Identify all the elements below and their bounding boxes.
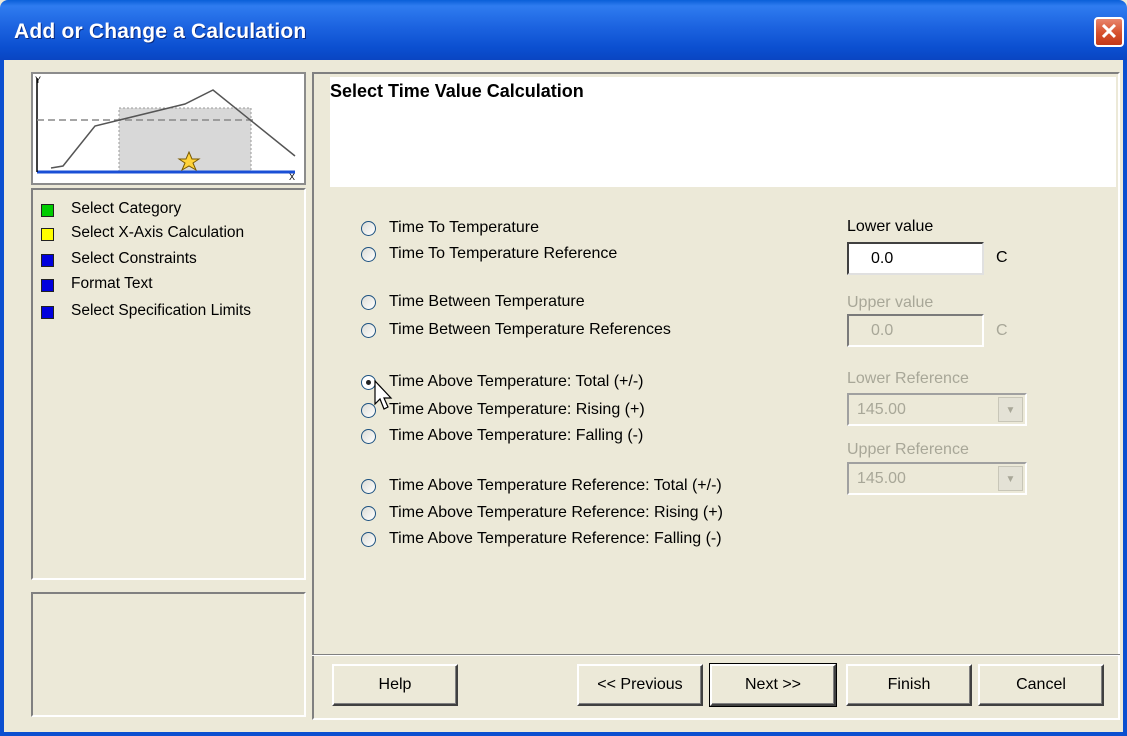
upper-reference-select: 145.00 ▼: [847, 462, 1027, 495]
close-button[interactable]: ✕: [1094, 17, 1124, 47]
step-label: Select X-Axis Calculation: [71, 224, 245, 241]
step-label: Select Constraints: [71, 250, 197, 267]
radio-label: Time Above Temperature: Falling (-): [389, 427, 644, 444]
upper-reference-label: Upper Reference: [847, 441, 969, 458]
preview-y-label: Y: [35, 75, 41, 85]
chevron-down-icon: ▼: [998, 397, 1023, 422]
description-box: [31, 592, 306, 717]
radio-label: Time To Temperature Reference: [389, 245, 618, 262]
radio-button[interactable]: [361, 532, 376, 547]
step-label: Select Specification Limits: [71, 302, 252, 319]
radio-label: Time Above Temperature: Rising (+): [389, 401, 645, 418]
lower-value-input[interactable]: 0.0: [847, 242, 984, 275]
step-color-marker: [41, 228, 54, 241]
button-separator: [312, 654, 1120, 656]
radio-label: Time Above Temperature Reference: Total …: [389, 477, 722, 494]
radio-button[interactable]: [361, 479, 376, 494]
radio-label: Time To Temperature: [389, 219, 539, 236]
cancel-button[interactable]: Cancel: [978, 664, 1104, 706]
next-button[interactable]: Next >>: [709, 663, 837, 707]
preview-graph: Y X: [35, 75, 296, 182]
lower-reference-select: 145.00 ▼: [847, 393, 1027, 426]
step-color-marker: [41, 306, 54, 319]
previous-button[interactable]: << Previous: [577, 664, 703, 706]
calculation-preview: Y X: [31, 72, 306, 185]
lower-value-label: Lower value: [847, 218, 934, 235]
window-title: Add or Change a Calculation: [14, 20, 307, 43]
finish-button[interactable]: Finish: [846, 664, 972, 706]
lower-reference-label: Lower Reference: [847, 370, 969, 387]
title-bar: Add or Change a Calculation ✕: [0, 0, 1127, 60]
radio-label: Time Above Temperature Reference: Fallin…: [389, 530, 722, 547]
radio-button[interactable]: [361, 506, 376, 521]
lower-value-unit: C: [996, 249, 1008, 266]
wizard-steps-panel: Select Category Select X-Axis Calculatio…: [31, 188, 306, 580]
radio-label: Time Between Temperature References: [389, 321, 671, 338]
lower-reference-value: 145.00: [857, 401, 906, 418]
upper-reference-value: 145.00: [857, 470, 906, 487]
page-title: Select Time Value Calculation: [330, 81, 584, 101]
upper-value-label: Upper value: [847, 294, 934, 311]
help-button[interactable]: Help: [332, 664, 458, 706]
radio-label: Time Above Temperature Reference: Rising…: [389, 504, 723, 521]
mouse-cursor-icon: [374, 380, 393, 410]
step-color-marker: [41, 279, 54, 292]
radio-button[interactable]: [361, 429, 376, 444]
step-label: Format Text: [71, 275, 153, 292]
preview-x-label: X: [289, 172, 295, 182]
radio-button[interactable]: [361, 323, 376, 338]
radio-label: Time Between Temperature: [389, 293, 585, 310]
radio-button[interactable]: [361, 221, 376, 236]
upper-value-input: 0.0: [847, 314, 984, 347]
chevron-down-icon: ▼: [998, 466, 1023, 491]
step-color-marker: [41, 204, 54, 217]
step-color-marker: [41, 254, 54, 267]
step-label: Select Category: [71, 200, 182, 217]
radio-label: Time Above Temperature: Total (+/-): [389, 373, 644, 390]
upper-value-unit: C: [996, 322, 1008, 339]
radio-button[interactable]: [361, 247, 376, 262]
radio-button[interactable]: [361, 295, 376, 310]
